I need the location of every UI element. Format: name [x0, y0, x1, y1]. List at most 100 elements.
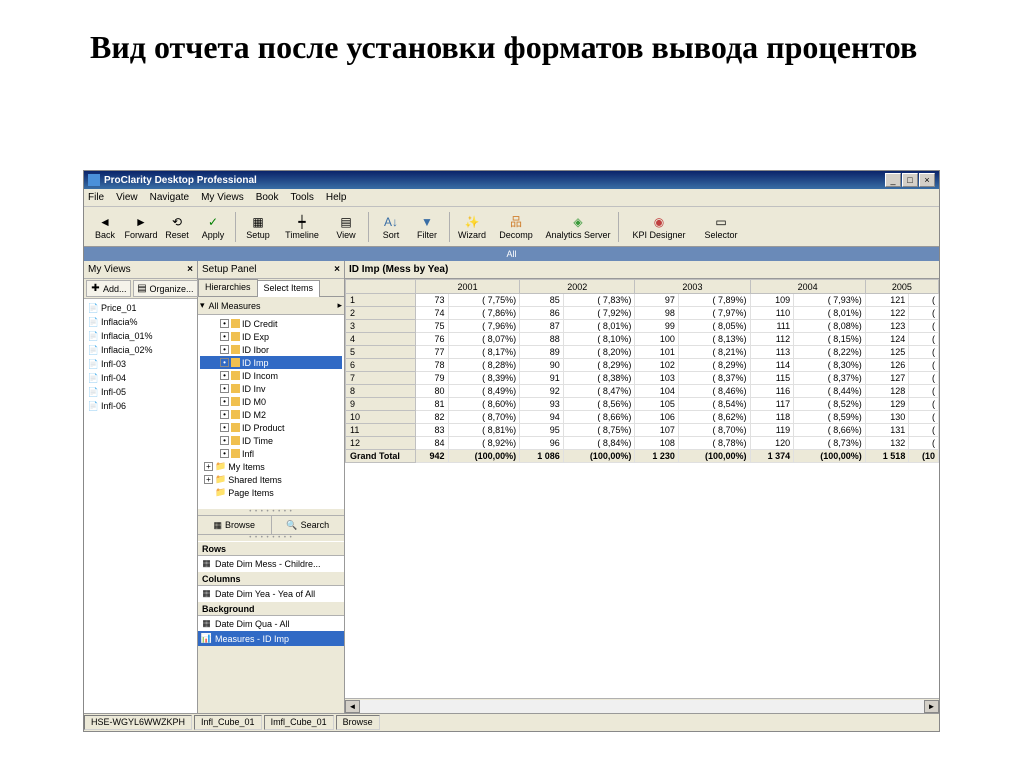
chevron-down-icon[interactable]: ▾ [200, 300, 205, 311]
row-header[interactable]: 9 [346, 398, 416, 411]
data-cell[interactable]: 127 [865, 372, 909, 385]
data-cell[interactable]: ( 8,29%) [678, 359, 750, 372]
data-cell[interactable]: 121 [865, 294, 909, 307]
data-cell[interactable]: 114 [750, 359, 794, 372]
data-cell[interactable]: 81 [416, 398, 449, 411]
data-cell[interactable]: (10 [909, 450, 939, 463]
data-cell[interactable]: 123 [865, 320, 909, 333]
data-cell[interactable]: 129 [865, 398, 909, 411]
row-header[interactable]: 12 [346, 437, 416, 450]
data-cell[interactable]: ( 8,20%) [563, 346, 635, 359]
row-header[interactable]: 6 [346, 359, 416, 372]
data-cell[interactable]: 77 [416, 346, 449, 359]
data-cell[interactable]: 101 [635, 346, 679, 359]
data-cell[interactable]: ( 8,47%) [563, 385, 635, 398]
data-cell[interactable]: 1 374 [750, 450, 794, 463]
measure-item[interactable]: •ID Time [200, 434, 342, 447]
data-cell[interactable]: 1 230 [635, 450, 679, 463]
data-cell[interactable]: (100,00%) [678, 450, 750, 463]
data-cell[interactable]: ( 7,96%) [448, 320, 520, 333]
data-cell[interactable]: ( [909, 294, 939, 307]
data-cell[interactable]: ( [909, 333, 939, 346]
data-cell[interactable]: ( 8,39%) [448, 372, 520, 385]
data-cell[interactable]: 93 [520, 398, 564, 411]
data-cell[interactable]: ( 8,15%) [794, 333, 866, 346]
data-grid[interactable]: 20012002200320042005 173( 7,75%)85( 7,83… [345, 279, 939, 463]
filter-button[interactable]: ▼Filter [410, 209, 444, 245]
data-cell[interactable]: 79 [416, 372, 449, 385]
back-button[interactable]: ◄Back [88, 209, 122, 245]
my-items-node[interactable]: +📁My Items [200, 460, 342, 473]
data-cell[interactable]: 120 [750, 437, 794, 450]
measure-item[interactable]: •ID Product [200, 421, 342, 434]
data-cell[interactable]: ( 7,93%) [794, 294, 866, 307]
view-button[interactable]: ▤View [329, 209, 363, 245]
data-cell[interactable]: 118 [750, 411, 794, 424]
data-cell[interactable]: 80 [416, 385, 449, 398]
background-item-selected[interactable]: 📊Measures - ID Imp [198, 631, 344, 646]
measure-item[interactable]: •ID M0 [200, 395, 342, 408]
data-cell[interactable]: 89 [520, 346, 564, 359]
data-cell[interactable]: ( 7,83%) [563, 294, 635, 307]
timeline-button[interactable]: ┿Timeline [277, 209, 327, 245]
row-header[interactable]: 4 [346, 333, 416, 346]
add-view-button[interactable]: ✚Add... [86, 280, 131, 297]
page-items-node[interactable]: 📁Page Items [200, 486, 342, 499]
menu-view[interactable]: View [116, 192, 138, 203]
data-cell[interactable]: ( 8,21%) [678, 346, 750, 359]
data-cell[interactable]: 85 [520, 294, 564, 307]
row-header[interactable]: 10 [346, 411, 416, 424]
data-cell[interactable]: ( 7,75%) [448, 294, 520, 307]
row-header[interactable]: 1 [346, 294, 416, 307]
data-cell[interactable]: ( 8,73%) [794, 437, 866, 450]
data-cell[interactable]: 91 [520, 372, 564, 385]
data-cell[interactable]: 1 086 [520, 450, 564, 463]
analytics-server-button[interactable]: ◈Analytics Server [543, 209, 613, 245]
data-cell[interactable]: 88 [520, 333, 564, 346]
data-cell[interactable]: ( [909, 424, 939, 437]
data-cell[interactable]: 113 [750, 346, 794, 359]
data-cell[interactable]: 97 [635, 294, 679, 307]
data-cell[interactable]: 1 518 [865, 450, 909, 463]
shared-items-node[interactable]: +📁Shared Items [200, 473, 342, 486]
data-cell[interactable]: 111 [750, 320, 794, 333]
data-cell[interactable]: 87 [520, 320, 564, 333]
close-panel-icon[interactable]: × [187, 264, 193, 275]
setup-button[interactable]: ▦Setup [241, 209, 275, 245]
row-header[interactable]: Grand Total [346, 450, 416, 463]
data-cell[interactable]: 107 [635, 424, 679, 437]
data-cell[interactable]: 103 [635, 372, 679, 385]
data-cell[interactable]: ( 8,37%) [794, 372, 866, 385]
measure-item[interactable]: •ID Ibor [200, 343, 342, 356]
data-cell[interactable]: 90 [520, 359, 564, 372]
data-cell[interactable]: 110 [750, 307, 794, 320]
menu-book[interactable]: Book [256, 192, 279, 203]
data-cell[interactable]: ( 8,01%) [794, 307, 866, 320]
data-cell[interactable]: ( [909, 411, 939, 424]
column-header[interactable]: 2003 [635, 280, 750, 294]
data-cell[interactable]: ( 8,60%) [448, 398, 520, 411]
data-cell[interactable]: 84 [416, 437, 449, 450]
data-cell[interactable]: ( 8,46%) [678, 385, 750, 398]
data-cell[interactable]: ( 8,13%) [678, 333, 750, 346]
data-cell[interactable]: ( 8,70%) [678, 424, 750, 437]
data-cell[interactable]: 86 [520, 307, 564, 320]
measure-item[interactable]: •ID Credit [200, 317, 342, 330]
data-cell[interactable]: ( 8,38%) [563, 372, 635, 385]
measure-item[interactable]: •ID Exp [200, 330, 342, 343]
menu-myviews[interactable]: My Views [201, 192, 244, 203]
data-cell[interactable]: ( 8,01%) [563, 320, 635, 333]
measure-item[interactable]: •ID M2 [200, 408, 342, 421]
filter-bar[interactable]: All [84, 247, 939, 261]
data-cell[interactable]: ( 8,92%) [448, 437, 520, 450]
data-cell[interactable]: 96 [520, 437, 564, 450]
close-button[interactable]: × [919, 173, 935, 187]
data-cell[interactable]: 94 [520, 411, 564, 424]
data-cell[interactable]: 92 [520, 385, 564, 398]
selector-button[interactable]: ▭Selector [696, 209, 746, 245]
data-cell[interactable]: 942 [416, 450, 449, 463]
background-item[interactable]: ▦Date Dim Qua - All [198, 616, 344, 631]
data-cell[interactable]: 125 [865, 346, 909, 359]
row-header[interactable]: 5 [346, 346, 416, 359]
data-cell[interactable]: ( 8,17%) [448, 346, 520, 359]
